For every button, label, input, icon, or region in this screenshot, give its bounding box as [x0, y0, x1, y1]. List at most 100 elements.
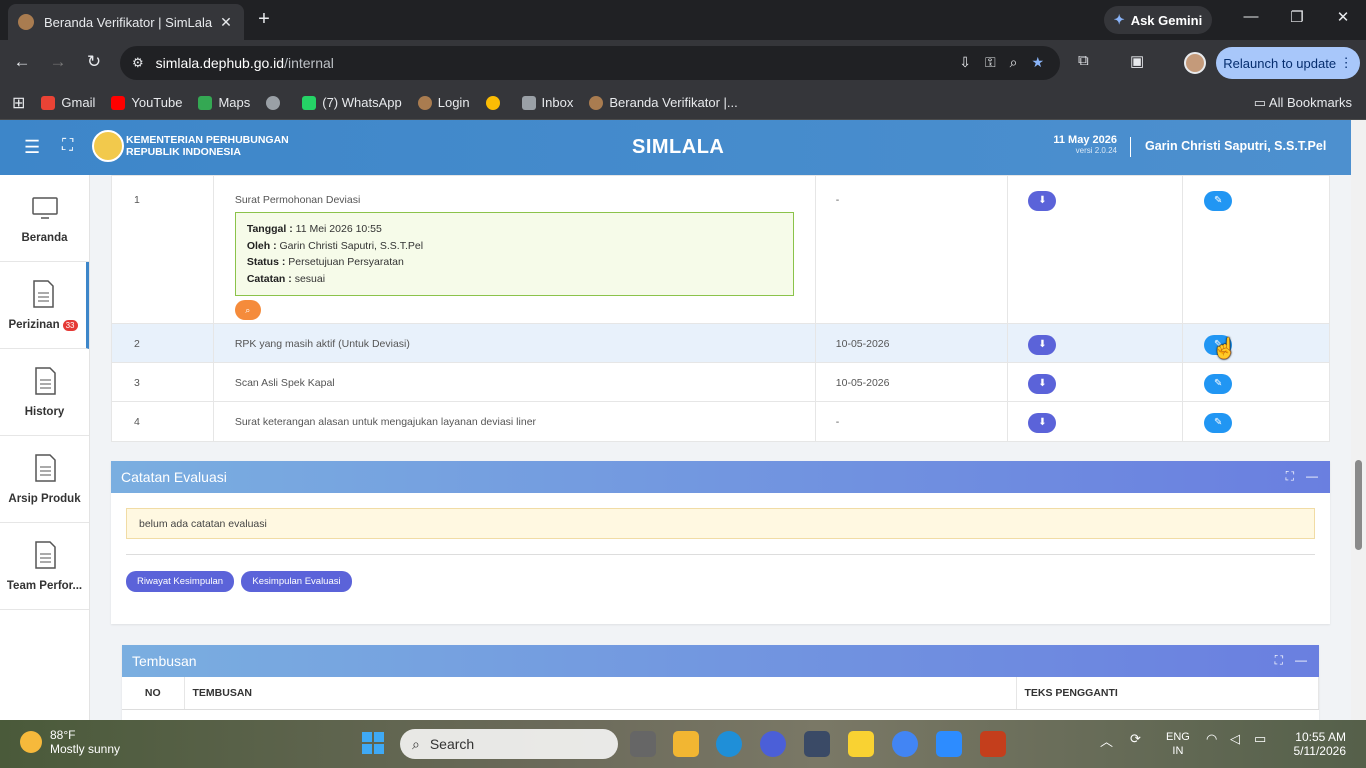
close-window-icon[interactable]: ✕	[1328, 8, 1358, 26]
edit-icon: ✎	[1213, 378, 1223, 389]
bookmark-photos[interactable]	[485, 95, 506, 110]
battery-icon[interactable]: ▭	[1254, 731, 1266, 747]
row-number: 3	[111, 362, 214, 402]
tray-overflow-icon[interactable]: ︿	[1100, 731, 1113, 750]
sidebar-item-arsip-produk[interactable]: Arsip Produk	[0, 436, 89, 523]
download-button[interactable]: ⬇	[1028, 190, 1057, 211]
browser-tab[interactable]: Beranda Verifikator | SimLala ✕	[8, 4, 244, 40]
sidebar-item-label: Beranda	[21, 232, 68, 244]
sidebar-item-label: Team Perfor...	[6, 580, 83, 592]
profile-avatar-icon[interactable]	[1184, 52, 1206, 74]
bookmark-globe[interactable]	[266, 95, 286, 110]
chrome-icon[interactable]	[892, 731, 918, 757]
url-field[interactable]: ⚙ simlala.dephub.go.id/internal ⇩ ⚿ ⌕ ★	[120, 46, 1060, 80]
edit-button[interactable]: ✎	[1204, 190, 1233, 211]
search-icon: ⌕	[412, 735, 420, 752]
zoom-icon[interactable]: ⌕	[1010, 54, 1018, 71]
file-explorer-icon[interactable]	[673, 731, 699, 757]
task-view-icon[interactable]	[630, 731, 656, 757]
close-tab-icon[interactable]: ✕	[218, 14, 234, 31]
sidebar-item-beranda[interactable]: Beranda	[0, 175, 89, 262]
all-bookmarks-button[interactable]: ▭ All Bookmarks	[1254, 95, 1352, 111]
wifi-icon[interactable]: ◠	[1206, 731, 1217, 747]
bookmark-whatsapp[interactable]: (7) WhatsApp	[302, 95, 402, 110]
camera-icon[interactable]	[804, 731, 830, 757]
edit-button[interactable]: ✎	[1204, 412, 1233, 433]
download-button[interactable]: ⬇	[1028, 412, 1057, 433]
edge-icon[interactable]	[716, 731, 742, 757]
sticky-notes-icon[interactable]	[848, 731, 874, 757]
bookmark-login[interactable]: Login	[417, 95, 470, 110]
bookmark-beranda[interactable]: Beranda Verifikator |...	[589, 95, 738, 110]
windows-start-icon[interactable]	[362, 732, 384, 754]
fullscreen-icon[interactable]: ⛶	[62, 137, 73, 155]
column-header: TEMBUSAN	[184, 677, 1017, 710]
sidebar-item-team-performance[interactable]: Team Perfor...	[0, 523, 89, 610]
edit-button[interactable]: ✎	[1204, 373, 1233, 394]
relaunch-label: Relaunch to update	[1223, 55, 1337, 71]
maximize-icon[interactable]: ⛶	[1275, 653, 1283, 668]
download-icon: ⬇	[1038, 417, 1047, 428]
tembusan-card: Tembusan ⛶ — NO TEMBUSAN TEKS PENGGANTI	[122, 645, 1319, 720]
sunny-weather-icon	[20, 731, 42, 753]
card-title: Catatan Evaluasi	[121, 469, 227, 485]
zoom-app-icon[interactable]	[936, 731, 962, 757]
sidebar-item-label: History	[24, 406, 65, 418]
volume-icon[interactable]: ◁	[1230, 731, 1240, 747]
weather-widget[interactable]: 88°F Mostly sunny	[20, 728, 120, 756]
maximize-icon[interactable]: ⛶	[1286, 469, 1294, 484]
info-date: 11 Mei 2026 10:55	[295, 223, 382, 235]
bookmark-youtube[interactable]: YouTube	[111, 95, 182, 110]
site-info-icon[interactable]: ⚙	[132, 55, 144, 71]
edit-icon: ✎	[1213, 195, 1223, 206]
detail-search-button[interactable]: ⌕	[234, 300, 261, 320]
input-language[interactable]: ENG IN	[1166, 730, 1190, 758]
apps-grid-icon[interactable]: ⊞	[12, 93, 25, 113]
download-button[interactable]: ⬇	[1028, 334, 1057, 355]
table-header-row: NO TEMBUSAN TEKS PENGGANTI	[122, 677, 1319, 710]
new-tab-button[interactable]: +	[254, 8, 274, 31]
column-header: NO	[122, 677, 185, 710]
row-number: 4	[111, 401, 214, 442]
bookmark-inbox[interactable]: Inbox	[521, 95, 573, 110]
collapse-icon[interactable]: —	[1306, 469, 1318, 484]
sync-icon[interactable]: ⟳	[1130, 731, 1141, 747]
minimize-icon[interactable]: —	[1236, 8, 1266, 25]
relaunch-button[interactable]: Relaunch to update ⋮	[1216, 47, 1360, 79]
bookmark-star-icon[interactable]: ★	[1031, 54, 1044, 71]
bookmark-maps[interactable]: Maps	[198, 95, 250, 110]
sidebar-item-perizinan[interactable]: Perizinan 33	[0, 262, 89, 349]
user-name[interactable]: Garin Christi Saputri, S.S.T.Pel	[1145, 139, 1326, 153]
hamburger-menu-icon[interactable]: ☰	[24, 137, 40, 158]
main-content: 1 Surat Permohonan Deviasi Tanggal : 11 …	[90, 175, 1351, 720]
collapse-icon[interactable]: —	[1295, 653, 1307, 668]
sidebar-item-history[interactable]: History	[0, 349, 89, 436]
back-icon[interactable]: ←	[10, 52, 34, 72]
ministry-logo	[92, 130, 124, 162]
document-icon	[33, 280, 54, 308]
taskbar-search[interactable]: ⌕ Search	[400, 729, 618, 759]
app-header: ☰ ⛶ KEMENTERIAN PERHUBUNGAN REPUBLIK IND…	[0, 120, 1351, 175]
extensions-icon[interactable]: ⧉	[1078, 52, 1089, 69]
bookmark-gmail[interactable]: Gmail	[41, 95, 95, 110]
riwayat-kesimpulan-button[interactable]: Riwayat Kesimpulan	[126, 571, 235, 592]
app-icon[interactable]	[760, 731, 786, 757]
password-key-icon[interactable]: ⚿	[985, 54, 996, 71]
verification-info-box: Tanggal : 11 Mei 2026 10:55 Oleh : Garin…	[234, 212, 794, 296]
ask-gemini-button[interactable]: ✦ Ask Gemini	[1104, 6, 1212, 34]
info-by: Garin Christi Saputri, S.S.T.Pel	[279, 239, 424, 252]
table-row: 2 RPK yang masih aktif (Untuk Deviasi) 1…	[111, 323, 1330, 363]
windows-taskbar: 88°F Mostly sunny ⌕ Search ︿ ⟳ ENG IN ◠ …	[0, 720, 1366, 768]
install-app-icon[interactable]: ⇩	[959, 54, 971, 71]
kesimpulan-evaluasi-button[interactable]: Kesimpulan Evaluasi	[241, 571, 352, 592]
powerpoint-icon[interactable]	[980, 731, 1006, 757]
forward-icon[interactable]: →	[46, 52, 70, 72]
reload-icon[interactable]: ↻	[82, 52, 106, 72]
app-title: SIMLALA	[632, 136, 725, 158]
tab-search-icon[interactable]: ▣	[1130, 52, 1144, 70]
page-scrollbar[interactable]	[1351, 120, 1366, 720]
restore-icon[interactable]: ❐	[1282, 8, 1312, 26]
download-button[interactable]: ⬇	[1028, 373, 1057, 394]
system-clock[interactable]: 10:55 AM 5/11/2026	[1290, 730, 1347, 758]
scrollbar-thumb[interactable]	[1355, 460, 1362, 550]
